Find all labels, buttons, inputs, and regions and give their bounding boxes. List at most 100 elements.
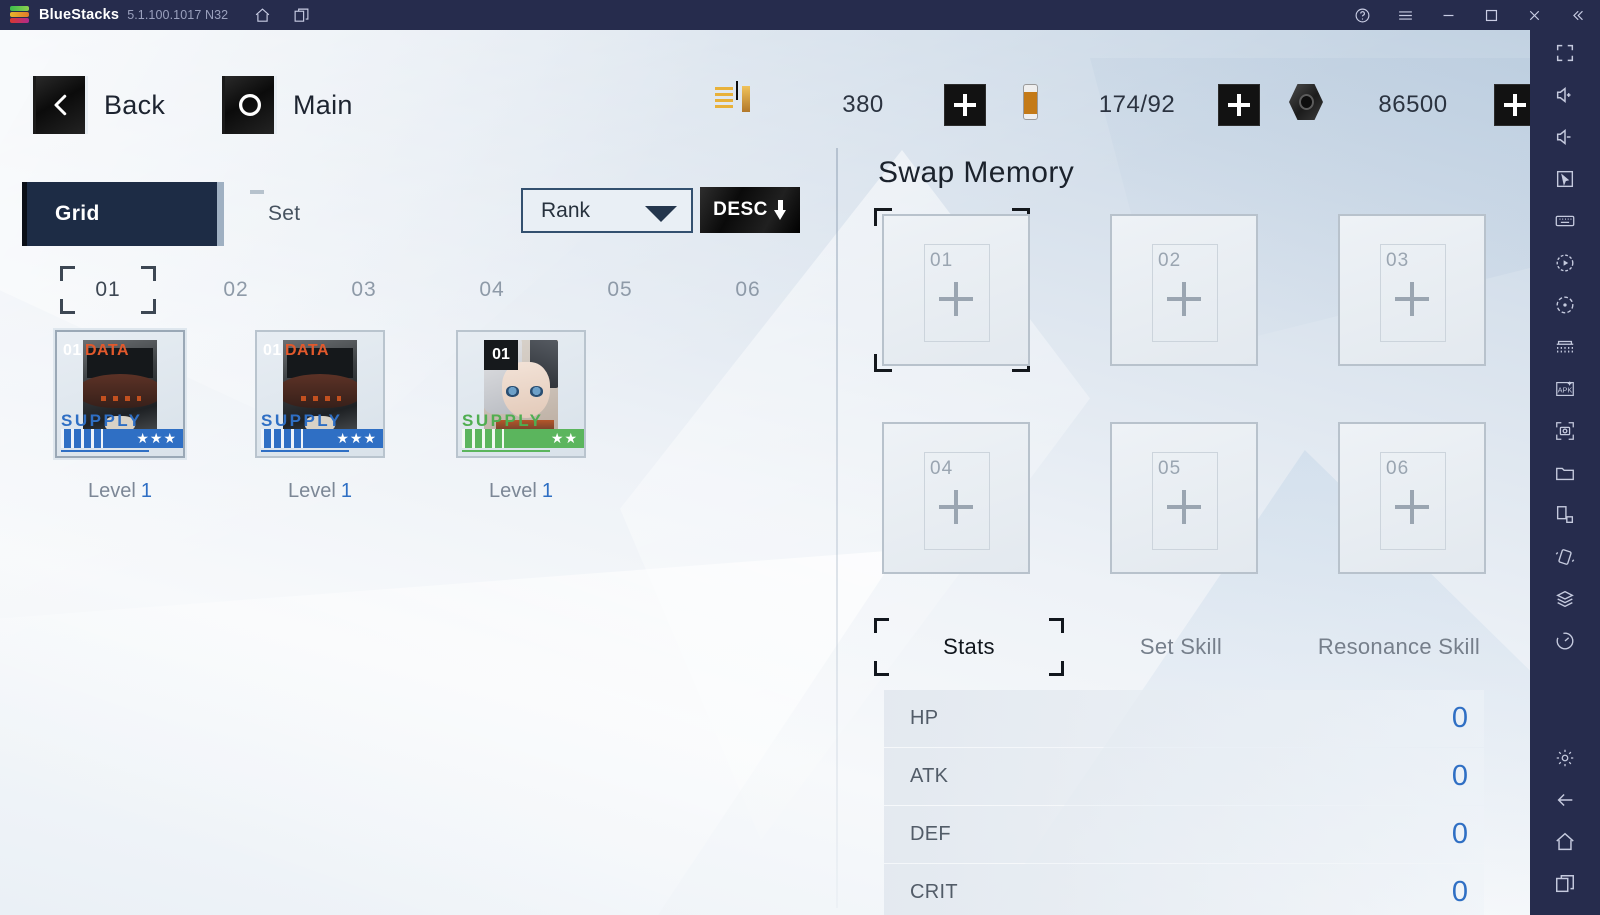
keyboard-controls-icon[interactable] [1554,210,1576,232]
slot-tab-01[interactable]: 01 [60,266,156,314]
sort-field-select[interactable]: Rank [521,188,693,233]
card-item[interactable]: 01 SUPPLY ★★ Level 1 [431,330,611,503]
back-arrow-icon[interactable] [1554,789,1576,811]
volume-up-icon[interactable] [1554,84,1576,106]
card-thumbnail[interactable]: 01 DATA SUPPLY ★★★ [55,330,185,458]
add-nut-button[interactable] [1494,84,1530,126]
gauge-icon[interactable] [1554,630,1576,652]
stat-name: HP [910,707,939,729]
panel-divider [836,148,838,908]
card-level-value: 1 [140,480,152,502]
memory-slot-number: 03 [1386,250,1410,271]
slot-tab-label: 06 [735,278,761,301]
main-button[interactable]: Main [219,76,353,134]
add-vial-button[interactable] [1218,84,1260,126]
slot-tab-label: 02 [223,278,249,301]
menu-icon[interactable] [1397,7,1414,24]
layers-icon[interactable] [1554,588,1576,610]
screen-rotate-icon[interactable] [1554,504,1576,526]
memory-slot-number: 01 [930,250,954,271]
tab-set-skill-label: Set Skill [1139,634,1223,659]
fullscreen-icon[interactable] [1554,42,1576,64]
tab-set-label: Set [268,202,301,225]
cursor-icon[interactable] [1554,168,1576,190]
home-icon[interactable] [1554,831,1576,853]
slot-tab-02[interactable]: 02 [188,266,284,314]
card-rarity-label: SUPPLY [61,411,143,430]
card-stars: ★★ [550,430,578,446]
close-icon[interactable] [1526,7,1543,24]
card-badge: 01 [63,342,82,359]
card-bar-underline [462,450,550,452]
nut-icon [1286,82,1338,128]
memory-slot-06[interactable]: 06 [1330,416,1486,580]
resource-vial: 174/92 [1010,82,1260,128]
memory-slot-05[interactable]: 05 [1102,416,1258,580]
bluestacks-titlebar: BlueStacks 5.1.100.1017 N32 [0,0,1600,30]
macro-recorder-icon[interactable] [1554,252,1576,274]
recents-icon[interactable] [1554,873,1576,895]
collapse-icon[interactable] [1569,7,1586,24]
rotate-icon[interactable] [1554,294,1576,316]
back-button[interactable]: Back [30,76,165,134]
install-apk-icon[interactable]: APK [1554,378,1576,400]
screenshot-icon[interactable] [1554,420,1576,442]
card-thumbnail[interactable]: 01 DATA SUPPLY ★★★ [255,330,385,458]
card-thumbnail[interactable]: 01 SUPPLY ★★ [456,330,586,458]
memory-slot-01[interactable]: 01 [874,208,1030,372]
tab-stats-label: Stats [943,634,995,659]
app-version: 5.1.100.1017 N32 [127,8,229,22]
multi-instance-icon[interactable] [293,7,310,24]
slot-tab-03[interactable]: 03 [316,266,412,314]
add-memory-icon [939,489,973,524]
home-icon[interactable] [254,7,271,24]
slot-tab-label: 03 [351,278,377,301]
shake-icon[interactable] [1554,546,1576,568]
back-label: Back [104,89,166,120]
slot-tab-04[interactable]: 04 [444,266,540,314]
stat-value: 0 [1451,702,1468,734]
memory-slot-03[interactable]: 03 [1330,208,1486,372]
sort-direction-label: DESC [713,199,768,220]
card-bar-underline [261,450,349,452]
tab-set-skill[interactable]: Set Skill [1086,618,1276,676]
card-level-value: 1 [541,480,553,502]
app-root: BlueStacks 5.1.100.1017 N32 Back Main 38… [0,0,1600,915]
tab-resonance-skill[interactable]: Resonance Skill [1294,618,1504,676]
tab-set[interactable]: Set [238,182,330,246]
slot-tab-05[interactable]: 05 [572,266,668,314]
arrow-down-icon [773,200,787,220]
card-level: Level 1 [431,480,611,503]
settings-gear-icon[interactable] [1554,747,1576,769]
help-icon[interactable] [1354,7,1371,24]
memory-slot-number: 04 [930,458,954,479]
stats-list: HP 0 ATK 0 DEF 0 CRIT 0 [884,690,1484,915]
minimize-icon[interactable] [1440,7,1457,24]
memory-slot-number: 06 [1386,458,1410,479]
multi-instance-manager-icon[interactable] [1554,336,1576,358]
card-rarity-label: SUPPLY [261,411,343,430]
back-chevron-icon [30,76,88,134]
card-item[interactable]: 01 DATA SUPPLY ★★★ Level 1 [230,330,410,503]
stat-row: CRIT 0 [884,864,1484,915]
memory-slot-number: 02 [1158,250,1182,271]
memory-slot-02[interactable]: 02 [1102,208,1258,372]
sort-direction-button[interactable]: DESC [700,187,800,233]
card-level: Level 1 [230,480,410,503]
tab-grid[interactable]: Grid [22,182,224,246]
slot-tab-06[interactable]: 06 [700,266,796,314]
slot-tab-label: 04 [479,278,505,301]
tab-stats[interactable]: Stats [874,618,1064,676]
resource-value: 380 [842,91,884,118]
memory-slot-04[interactable]: 04 [874,416,1030,580]
volume-down-icon[interactable] [1554,126,1576,148]
card-item[interactable]: 01 DATA SUPPLY ★★★ Level 1 [30,330,210,503]
add-gold-card-button[interactable] [944,84,986,126]
resource-nut: 86500 [1286,82,1530,128]
add-memory-icon [1395,281,1429,316]
maximize-icon[interactable] [1483,7,1500,24]
card-rarity-label: SUPPLY [462,411,544,430]
media-folder-icon[interactable] [1554,462,1576,484]
svg-text:APK: APK [1558,386,1573,395]
memory-card-grid: 01 DATA SUPPLY ★★★ Level 1 01 DATA SUPPL… [0,330,830,550]
